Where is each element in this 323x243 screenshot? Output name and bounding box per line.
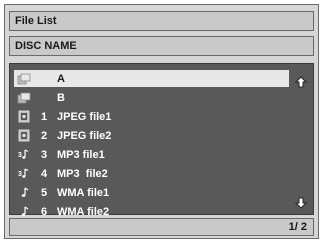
item-number: 2 <box>41 129 48 142</box>
file-list-panel: File List DISC NAME A B 1 JPEG file1 2 JPEG f… <box>4 4 319 239</box>
item-name: WMA file1 <box>57 186 110 199</box>
wma-file-icon <box>17 205 31 218</box>
item-name: JPEG file2 <box>57 129 112 142</box>
list-item[interactable]: A <box>14 70 289 87</box>
disc-name: DISC NAME <box>9 36 314 56</box>
item-name: A <box>57 72 65 85</box>
list-item[interactable]: B <box>14 89 289 106</box>
item-number: 1 <box>41 110 48 123</box>
arrow-down-icon <box>295 197 307 209</box>
scroll-up-icon[interactable] <box>295 76 307 88</box>
file-list: A B 1 JPEG file1 2 JPEG file2 3 3 MP3 file1 3 4 MP3… <box>9 63 314 218</box>
list-item[interactable]: 3 4 MP3 file2 <box>14 165 289 182</box>
wma-file-icon <box>17 186 31 199</box>
arrow-up-icon <box>295 76 307 88</box>
item-name: JPEG file1 <box>57 110 112 123</box>
page-title: File List <box>9 11 314 31</box>
list-item[interactable]: 3 3 MP3 file1 <box>14 146 289 163</box>
mp3-file-icon: 3 <box>17 148 31 161</box>
mp3-file-icon: 3 <box>17 167 31 180</box>
item-number: 5 <box>41 186 48 199</box>
item-number: 3 <box>41 148 48 161</box>
folder-icon <box>17 91 31 104</box>
item-name: B <box>57 91 65 104</box>
item-number: 4 <box>41 167 48 180</box>
scroll-down-icon[interactable] <box>295 197 307 209</box>
list-item[interactable]: 5 WMA file1 <box>14 184 289 201</box>
list-item[interactable]: 1 JPEG file1 <box>14 108 289 125</box>
page-indicator: 1/ 2 <box>9 218 314 236</box>
list-item[interactable]: 2 JPEG file2 <box>14 127 289 144</box>
svg-text:3: 3 <box>18 171 22 178</box>
item-name: WMA file2 <box>57 205 110 218</box>
item-name: MP3 file1 <box>57 148 105 161</box>
item-number: 6 <box>41 205 48 218</box>
item-name: MP3 file2 <box>57 167 108 180</box>
jpeg-file-icon <box>17 129 31 142</box>
svg-text:3: 3 <box>18 152 22 159</box>
folder-icon <box>17 72 31 85</box>
jpeg-file-icon <box>17 110 31 123</box>
